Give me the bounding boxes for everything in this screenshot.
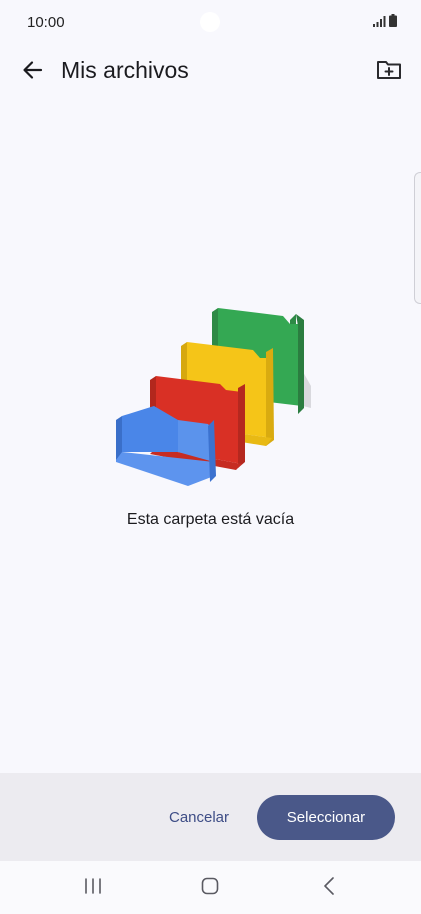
cancel-button[interactable]: Cancelar (154, 796, 244, 838)
home-icon (200, 876, 220, 901)
back-icon (322, 876, 336, 901)
recent-apps-icon (83, 877, 103, 900)
app-bar: Mis archivos (0, 44, 421, 100)
system-back-button[interactable] (309, 873, 349, 903)
new-folder-icon (376, 59, 402, 86)
empty-folders-illustration (108, 300, 318, 495)
signal-icon (373, 14, 386, 32)
battery-icon (389, 14, 397, 32)
home-button[interactable] (190, 873, 230, 903)
back-button[interactable] (14, 54, 50, 90)
camera-cutout (200, 12, 220, 32)
recent-apps-button[interactable] (73, 873, 113, 903)
system-nav-bar (0, 861, 421, 914)
status-time: 10:00 (27, 14, 65, 31)
status-bar: 10:00 (0, 0, 421, 44)
select-button[interactable]: Seleccionar (257, 795, 395, 840)
status-icons (373, 14, 397, 32)
scroll-handle[interactable] (414, 172, 421, 304)
page-title: Mis archivos (61, 57, 189, 83)
bottom-action-panel: Cancelar Seleccionar (0, 773, 421, 861)
new-folder-button[interactable] (371, 54, 407, 90)
empty-folder-message: Esta carpeta está vacía (126, 511, 295, 528)
arrow-back-icon (21, 59, 43, 86)
